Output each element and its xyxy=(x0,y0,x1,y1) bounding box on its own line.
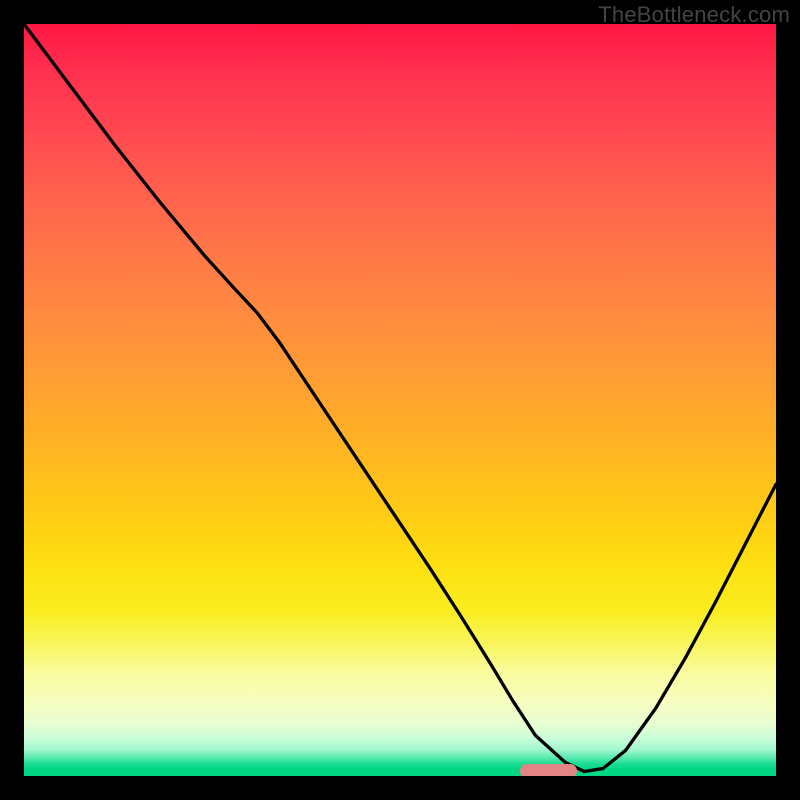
watermark-text: TheBottleneck.com xyxy=(598,2,790,28)
curve-svg xyxy=(24,24,776,776)
bottleneck-curve xyxy=(24,24,776,772)
plot-area xyxy=(24,24,776,776)
chart-frame: TheBottleneck.com xyxy=(0,0,800,800)
optimal-range-marker xyxy=(520,764,576,776)
